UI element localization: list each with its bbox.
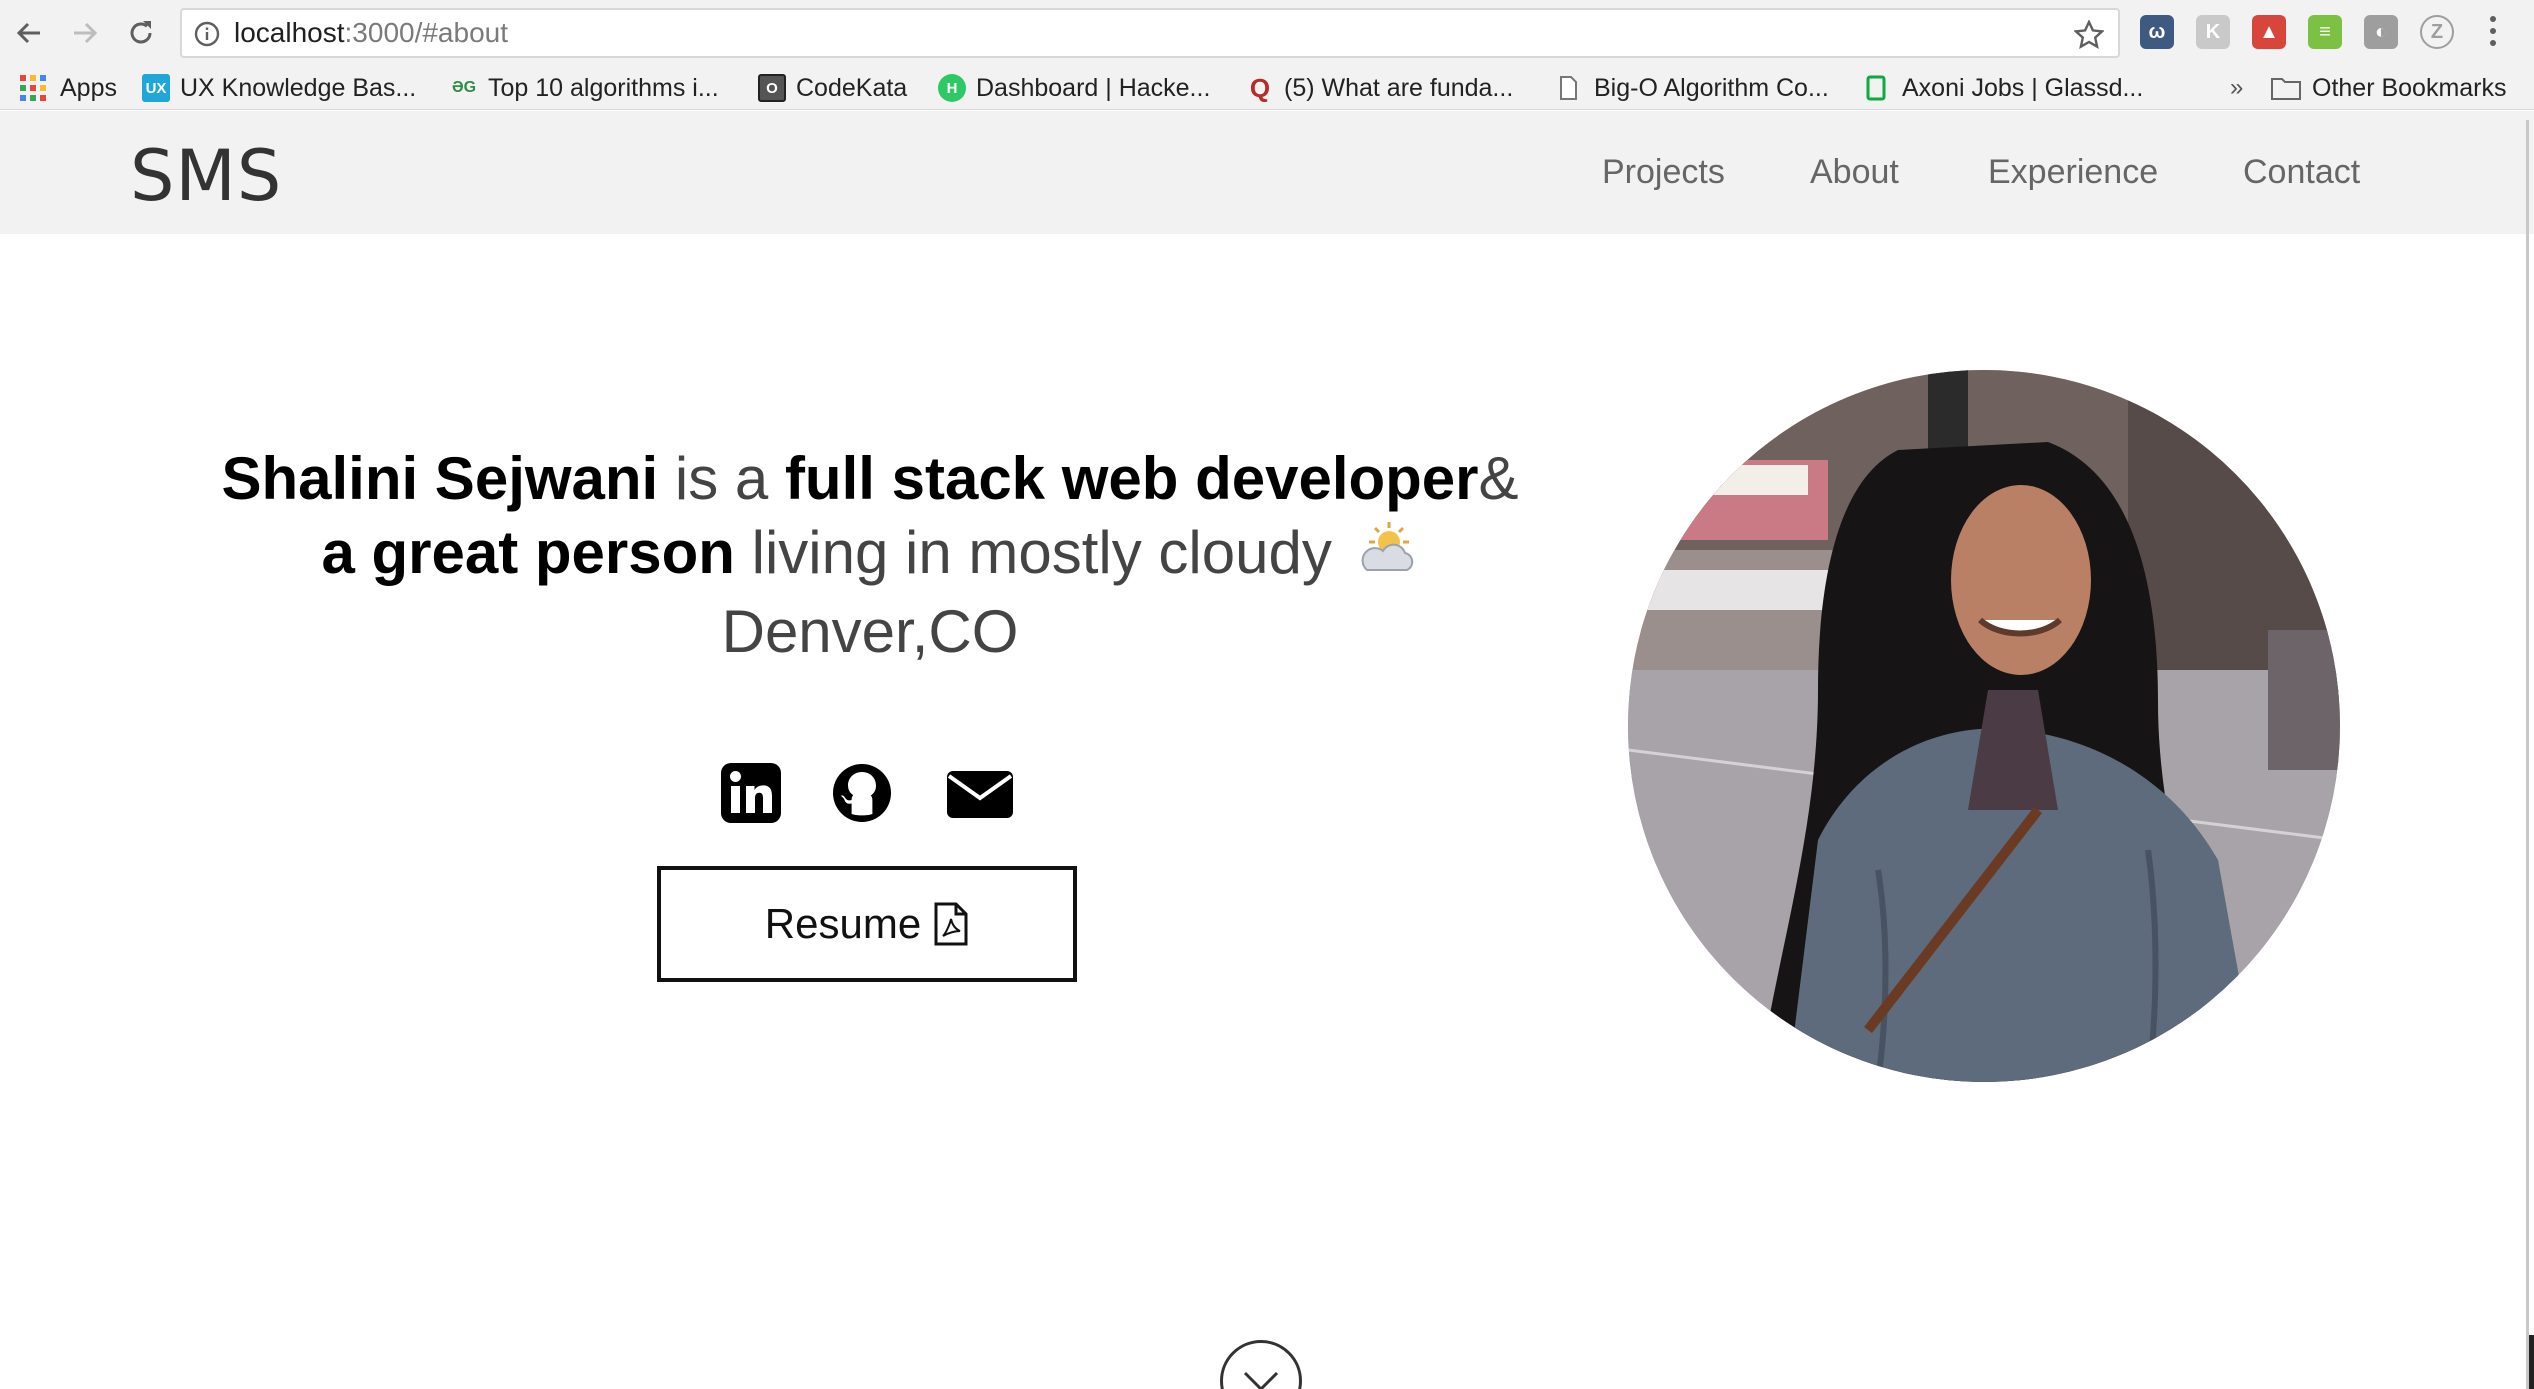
bookmark-label: Apps (60, 73, 117, 102)
trait-text: a great person (321, 519, 735, 586)
reload-button[interactable] (118, 10, 164, 56)
extension-icon-6[interactable]: Z (2420, 15, 2454, 49)
extension-icon-5[interactable]: ◐ (2364, 15, 2398, 49)
bookmark-top10-algorithms[interactable]: ƏG Top 10 algorithms i... (450, 66, 719, 110)
bookmark-axoni-jobs[interactable]: Axoni Jobs | Glassd... (1862, 66, 2143, 110)
partly-cloudy-icon (1357, 520, 1419, 595)
quora-icon: Q (1249, 72, 1271, 103)
reload-icon (130, 21, 152, 44)
resume-label: Resume (764, 900, 922, 947)
info-icon (194, 21, 220, 47)
ampersand: & (1478, 445, 1519, 512)
browser-menu-icon[interactable] (2488, 16, 2498, 52)
city-text: Denver,CO (721, 597, 1019, 665)
ux-icon: UX (142, 74, 170, 102)
bookmark-label: CodeKata (796, 73, 908, 102)
bookmark-label: Axoni Jobs | Glassd... (1902, 73, 2144, 102)
bookmark-apps[interactable]: Apps (18, 66, 117, 110)
resume-button[interactable]: Resume (657, 866, 1077, 982)
bookmark-codekata[interactable]: O CodeKata (758, 66, 907, 110)
bookmark-big-o[interactable]: Big-O Algorithm Co... (1554, 66, 1829, 110)
person-name: Shalini Sejwani (221, 445, 659, 512)
forward-button[interactable] (62, 10, 108, 56)
bookmark-ux-knowledge[interactable]: UX UX Knowledge Bas... (142, 66, 416, 110)
pdf-file-icon (934, 902, 968, 946)
other-bookmarks-folder[interactable]: Other Bookmarks (2270, 66, 2507, 110)
geeksforgeeks-icon: ƏG (451, 79, 477, 96)
back-button[interactable] (6, 10, 52, 56)
bookmarks-bar: Apps UX UX Knowledge Bas... ƏG Top 10 al… (0, 66, 2534, 110)
nav-projects[interactable]: Projects (1602, 153, 1725, 192)
forward-arrow-icon (74, 22, 98, 44)
bookmarks-overflow-button[interactable]: » (2230, 66, 2243, 110)
scroll-down-button[interactable] (1220, 1340, 1302, 1389)
site-logo[interactable]: SMS (130, 135, 282, 217)
nav-contact[interactable]: Contact (2243, 153, 2360, 192)
bookmark-label: UX Knowledge Bas... (180, 73, 417, 102)
nav-experience[interactable]: Experience (1988, 153, 2158, 192)
headline-text: living in mostly cloudy (734, 519, 1349, 586)
address-bar[interactable]: localhost:3000/#about (180, 8, 2120, 58)
site-header: SMS Projects About Experience Contact (0, 111, 2534, 234)
bookmark-star-icon[interactable] (2074, 20, 2104, 50)
bookmark-hackerrank[interactable]: H Dashboard | Hacke... (938, 66, 1210, 110)
extension-icon-3[interactable]: ▲ (2252, 15, 2286, 49)
extension-icon-4[interactable]: ≡ (2308, 15, 2342, 49)
page-scrollbar-track[interactable] (2526, 120, 2529, 1389)
bookmark-label: Big-O Algorithm Co... (1594, 73, 1829, 102)
glassdoor-icon (1866, 75, 1886, 101)
url-text[interactable]: localhost:3000/#about (234, 10, 508, 56)
apps-grid-icon (20, 75, 46, 101)
extension-icon-1[interactable]: ω (2140, 15, 2174, 49)
back-arrow-icon (16, 22, 40, 44)
extension-icon-2[interactable]: K (2196, 15, 2230, 49)
folder-icon (2271, 78, 2301, 100)
bookmark-label: Dashboard | Hacke... (976, 73, 1211, 102)
browser-toolbar: localhost:3000/#about ω K ▲ ≡ ◐ Z (0, 0, 2534, 66)
bookmark-label: Top 10 algorithms i... (488, 73, 719, 102)
email-icon[interactable] (945, 762, 1015, 824)
codekata-icon: O (758, 74, 786, 102)
hackerrank-icon: H (938, 74, 966, 102)
page-icon (1560, 76, 1577, 100)
chevron-down-icon (1243, 1371, 1279, 1389)
bookmark-label: (5) What are funda... (1284, 73, 1514, 102)
role-text: full stack web developer (784, 445, 1479, 512)
profile-photo (1628, 370, 2340, 1082)
github-icon[interactable] (831, 762, 893, 824)
headline-text: is a (658, 445, 785, 512)
linkedin-icon[interactable] (720, 762, 782, 824)
bookmark-quora[interactable]: Q (5) What are funda... (1246, 66, 1513, 110)
url-path: :3000/#about (344, 17, 509, 48)
other-bookmarks-label: Other Bookmarks (2312, 73, 2507, 102)
intro-headline: Shalini Sejwani is a full stack web deve… (110, 442, 1630, 669)
nav-about[interactable]: About (1810, 153, 1899, 192)
page-scrollbar-thumb[interactable] (2529, 1335, 2534, 1389)
url-host: localhost (234, 17, 345, 48)
